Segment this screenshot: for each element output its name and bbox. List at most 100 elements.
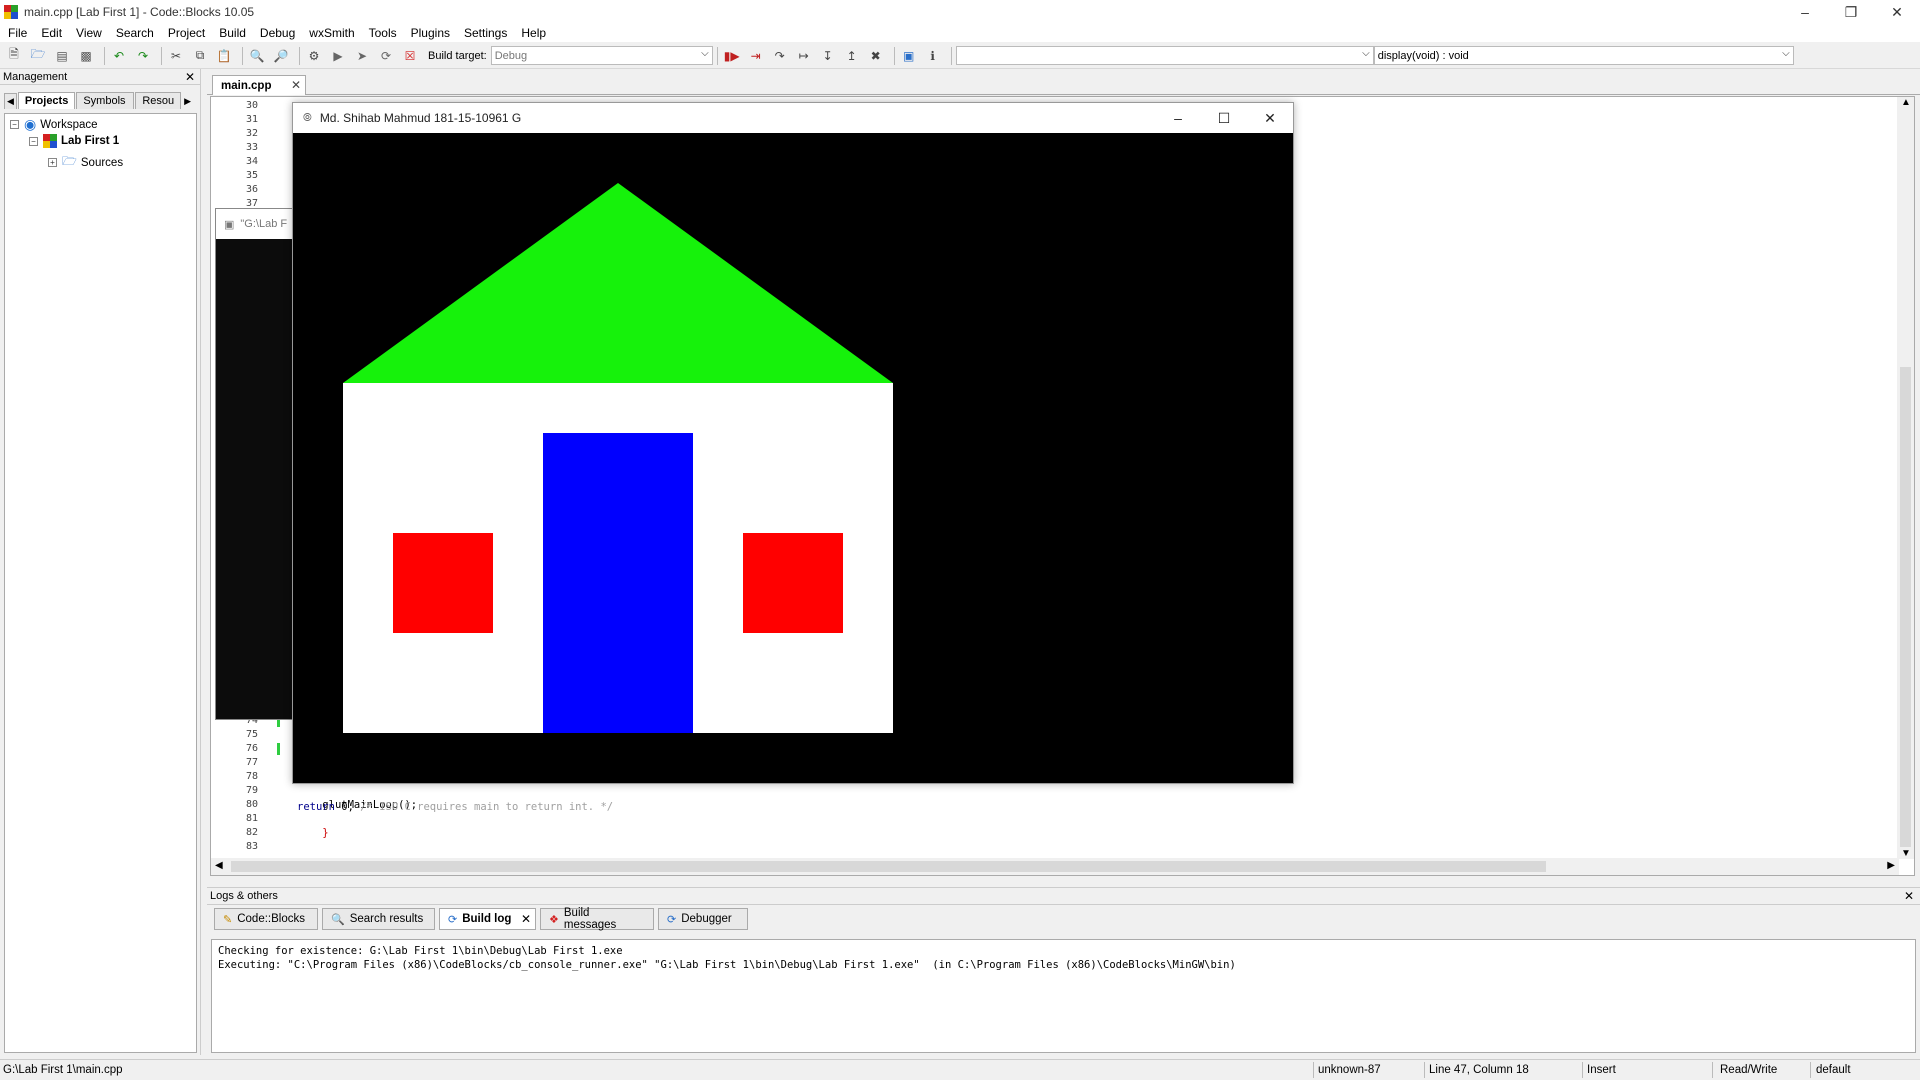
glut-window[interactable]: ⦾ Md. Shihab Mahmud 181-15-10961 G – ☐ ✕ — [292, 102, 1294, 784]
line-number: 77 — [245, 757, 258, 768]
menu-search[interactable]: Search — [116, 26, 154, 40]
tab-codeblocks-log[interactable]: ✎ Code::Blocks — [214, 908, 318, 930]
menu-plugins[interactable]: Plugins — [411, 26, 450, 40]
tab-label: Debugger — [681, 913, 732, 925]
new-file-icon[interactable]: 🗎 — [4, 46, 24, 66]
restore-button[interactable]: ❐ — [1828, 0, 1874, 24]
build-target-select[interactable]: Debug ⌵ — [490, 46, 713, 65]
info-icon[interactable]: ℹ — [923, 46, 943, 66]
step-out-icon[interactable]: ↥ — [842, 46, 862, 66]
debug-windows-icon[interactable]: ▣ — [899, 46, 919, 66]
menu-view[interactable]: View — [76, 26, 102, 40]
workspace-label: Workspace — [40, 118, 98, 131]
menu-build[interactable]: Build — [219, 26, 246, 40]
stop-debugger-icon[interactable]: ✖ — [866, 46, 886, 66]
tab-label: Search results — [349, 913, 424, 925]
build-log-output[interactable]: Checking for existence: G:\Lab First 1\b… — [211, 939, 1916, 1053]
code-comment: /* ISO C requires main to return int. */ — [360, 801, 614, 813]
undo-icon[interactable]: ↶ — [109, 46, 129, 66]
line-number: 83 — [245, 841, 258, 852]
collapse-icon[interactable]: − — [10, 120, 19, 129]
tab-scroll-right-icon[interactable]: ▶ — [182, 94, 193, 109]
console-window[interactable]: ▣ "G:\Lab F — [215, 208, 295, 720]
line-number: 35 — [245, 170, 258, 181]
console-title: "G:\Lab F — [240, 218, 288, 230]
next-line-icon[interactable]: ↷ — [770, 46, 790, 66]
status-insert-mode: Insert — [1587, 1064, 1616, 1076]
tab-search-results[interactable]: 🔍 Search results — [322, 908, 435, 930]
run-to-cursor-icon[interactable]: ⇥ — [746, 46, 766, 66]
opengl-canvas — [293, 133, 1293, 783]
menu-debug[interactable]: Debug — [260, 26, 295, 40]
tab-build-log[interactable]: ⟳ Build log ✕ — [439, 908, 536, 930]
save-icon[interactable]: ▤ — [52, 46, 72, 66]
tab-scroll-left-icon[interactable]: ◀ — [4, 93, 17, 109]
horizontal-scrollbar[interactable]: ◀ ▶ — [211, 858, 1899, 875]
save-all-icon[interactable]: ▩ — [76, 46, 96, 66]
scope-select[interactable]: ⌵ — [955, 46, 1374, 65]
menu-file[interactable]: File — [8, 26, 27, 40]
debug-run-icon[interactable]: ▮▶ — [722, 46, 742, 66]
tab-build-messages[interactable]: ❖ Build messages — [540, 907, 654, 931]
tab-label: Code::Blocks — [237, 913, 305, 925]
tab-debugger[interactable]: ⟳ Debugger — [658, 908, 748, 930]
menu-project[interactable]: Project — [168, 26, 205, 40]
vertical-scrollbar[interactable]: ▲ ▼ — [1897, 97, 1914, 859]
expand-icon[interactable]: + — [48, 158, 57, 167]
next-instruction-icon[interactable]: ↦ — [794, 46, 814, 66]
symbol-select[interactable]: display(void) : void ⌵ — [1373, 46, 1794, 65]
find-icon[interactable]: 🔍 — [247, 46, 267, 66]
console-title-bar[interactable]: ▣ "G:\Lab F — [216, 209, 294, 239]
menu-help[interactable]: Help — [521, 26, 546, 40]
log-line: Executing: "C:\Program Files (x86)\CodeB… — [218, 959, 1236, 971]
scroll-down-icon[interactable]: ▼ — [1901, 848, 1911, 859]
editor-tab-strip: main.cpp ✕ — [207, 73, 1920, 95]
menu-tools[interactable]: Tools — [369, 26, 397, 40]
glut-title-bar[interactable]: ⦾ Md. Shihab Mahmud 181-15-10961 G – ☐ ✕ — [293, 103, 1293, 133]
collapse-icon[interactable]: − — [29, 136, 38, 146]
glut-window-icon: ⦾ — [303, 111, 312, 124]
close-button[interactable]: ✕ — [1874, 0, 1920, 24]
step-into-icon[interactable]: ↧ — [818, 46, 838, 66]
editor-tab-label: main.cpp — [221, 79, 272, 92]
scroll-up-icon[interactable]: ▲ — [1901, 97, 1911, 108]
menu-settings[interactable]: Settings — [464, 26, 507, 40]
tab-main-cpp[interactable]: main.cpp ✕ — [212, 75, 306, 95]
chevron-down-icon: ⌵ — [701, 48, 709, 59]
tab-projects[interactable]: Projects — [17, 92, 76, 109]
rebuild-icon[interactable]: ⟳ — [376, 46, 396, 66]
close-icon[interactable]: ✕ — [291, 78, 301, 92]
glut-maximize-button[interactable]: ☐ — [1201, 103, 1247, 133]
copy-icon[interactable]: ⧉ — [190, 46, 210, 66]
glut-close-button[interactable]: ✕ — [1247, 103, 1293, 133]
run-icon[interactable]: ▶ — [328, 46, 348, 66]
line-number: 32 — [245, 128, 258, 139]
close-icon[interactable]: ✕ — [521, 912, 531, 926]
vertical-scroll-thumb[interactable] — [1900, 367, 1911, 847]
horizontal-scroll-thumb[interactable] — [231, 861, 1546, 872]
open-icon[interactable]: 🗁 — [28, 46, 48, 66]
tab-symbols[interactable]: Symbols — [76, 92, 135, 109]
tree-project[interactable]: − Lab First 1 — [29, 134, 119, 148]
abort-icon[interactable]: ☒ — [400, 46, 420, 66]
scroll-left-icon[interactable]: ◀ — [215, 860, 223, 871]
title-bar: main.cpp [Lab First 1] - Code::Blocks 10… — [0, 0, 1920, 24]
build-gear-icon[interactable]: ⚙ — [304, 46, 324, 66]
redo-icon[interactable]: ↷ — [133, 46, 153, 66]
code-line-81: } — [297, 815, 328, 851]
build-target-value: Debug — [494, 49, 528, 62]
close-icon[interactable]: ✕ — [1904, 889, 1914, 903]
tab-resources[interactable]: Resou — [135, 92, 182, 109]
menu-wxsmith[interactable]: wxSmith — [309, 26, 354, 40]
minimize-button[interactable]: – — [1782, 0, 1828, 24]
cut-icon[interactable]: ✂ — [166, 46, 186, 66]
build-run-icon[interactable]: ➤ — [352, 46, 372, 66]
close-icon[interactable]: ✕ — [185, 70, 195, 84]
scroll-right-icon[interactable]: ▶ — [1887, 860, 1895, 871]
replace-icon[interactable]: 🔎 — [271, 46, 291, 66]
tree-workspace[interactable]: − ◉ Workspace — [10, 116, 98, 133]
paste-icon[interactable]: 📋 — [214, 46, 234, 66]
tree-sources[interactable]: + 🗁 Sources — [48, 152, 123, 173]
glut-minimize-button[interactable]: – — [1155, 103, 1201, 133]
menu-edit[interactable]: Edit — [41, 26, 62, 40]
